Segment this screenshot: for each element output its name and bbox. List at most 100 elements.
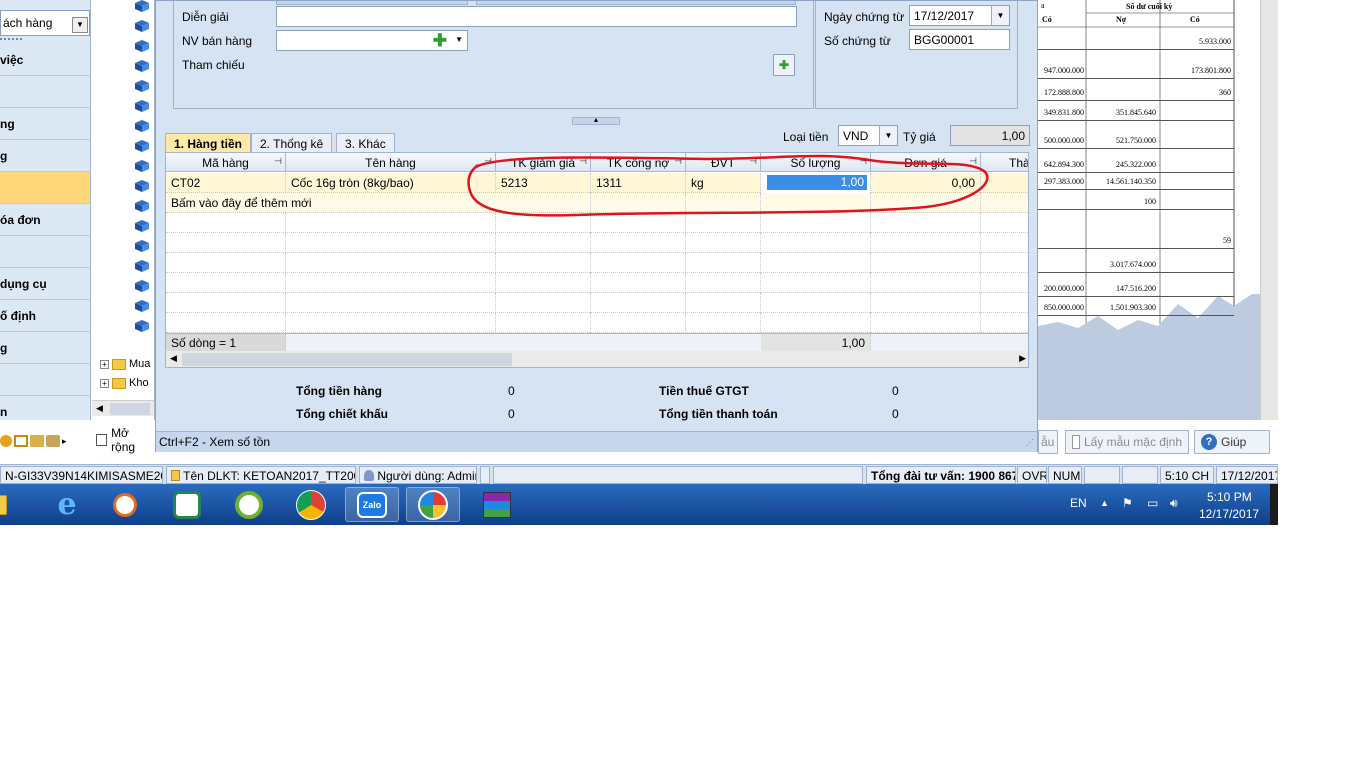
report-row-line [1038, 172, 1234, 173]
more-icon[interactable]: ▸ [62, 436, 67, 447]
report-row-line [1038, 315, 1234, 316]
dien-giai-input[interactable] [276, 6, 797, 27]
nav-item[interactable] [0, 76, 90, 108]
book-icon[interactable] [134, 280, 150, 292]
expand-label: Mở rộng [111, 426, 136, 454]
book-icon[interactable] [134, 140, 150, 152]
clock-time[interactable]: 5:10 PM [1207, 490, 1252, 504]
nav-item[interactable]: n [0, 396, 90, 420]
scroll-thumb[interactable] [182, 353, 512, 366]
media-player-icon[interactable] [98, 487, 152, 522]
clock-date[interactable]: 12/17/2017 [1199, 507, 1259, 521]
chevron-down-icon[interactable]: ▼ [879, 126, 897, 145]
coc-coc-browser-icon[interactable] [222, 487, 276, 522]
help-button[interactable]: ? Giúp [1194, 430, 1270, 454]
form-status-bar: Ctrl+F2 - Xem số tồn ⋰ [156, 431, 1037, 452]
internet-explorer-icon[interactable]: e [40, 487, 94, 522]
report-value-no: 14.561.140.350 [1106, 177, 1156, 186]
expand-icon[interactable]: + [100, 359, 109, 369]
nav-item-active[interactable] [0, 172, 90, 204]
new-row-hint[interactable]: Bấm vào đây để thêm mới [166, 193, 496, 213]
pin-icon[interactable]: ⊣ [274, 156, 282, 167]
tools-icon[interactable] [30, 435, 44, 447]
network-icon[interactable] [14, 435, 28, 447]
report-value-left: 642.894.300 [1044, 160, 1084, 169]
nav-item[interactable]: g [0, 140, 90, 172]
nav-item[interactable]: ng [0, 108, 90, 140]
tab-khac[interactable]: 3. Khác [336, 133, 395, 153]
add-icon[interactable]: ✚ [433, 32, 447, 49]
nav-item[interactable]: dụng cụ [0, 268, 90, 300]
report-vertical-scrollbar[interactable] [1260, 0, 1278, 420]
nav-item[interactable] [0, 364, 90, 396]
nav-item[interactable]: ố định [0, 300, 90, 332]
book-icon[interactable] [134, 20, 150, 32]
tree-folder[interactable]: + Mua [100, 358, 150, 370]
book-icon[interactable] [134, 0, 150, 12]
category-combo[interactable]: ách hàng ▼ [0, 10, 90, 36]
misa-icon[interactable] [406, 487, 460, 522]
grid-horizontal-scrollbar[interactable]: ◀ ▶ [166, 351, 1028, 367]
scroll-left-icon[interactable]: ◀ [96, 403, 103, 414]
scroll-left-icon[interactable]: ◀ [170, 353, 177, 364]
chevron-down-icon[interactable]: ▼ [72, 17, 88, 33]
book-icon[interactable] [134, 40, 150, 52]
book-icon[interactable] [134, 300, 150, 312]
network-icon[interactable]: ▭ [1147, 496, 1158, 510]
ty-gia-input[interactable]: 1,00 [950, 125, 1030, 146]
so-chung-tu-input[interactable]: BGG00001 [909, 29, 1010, 50]
resize-grip-icon[interactable]: ⋰ [1026, 438, 1034, 447]
security-app-icon[interactable] [160, 487, 214, 522]
nav-item[interactable]: óa đơn [0, 204, 90, 236]
ngay-chung-tu-input[interactable]: 17/12/2017 ▼ [909, 5, 1010, 26]
book-icon[interactable] [134, 80, 150, 92]
file-explorer-icon[interactable] [0, 487, 18, 522]
book-icon[interactable] [134, 260, 150, 272]
panel-splitter[interactable]: ▲ [572, 117, 620, 125]
chevron-down-icon[interactable]: ▼ [455, 35, 463, 44]
loai-tien-select[interactable]: VND ▼ [838, 125, 898, 146]
grid-summary-row: Số dòng = 1 1,00 [166, 333, 1028, 352]
book-icon[interactable] [134, 160, 150, 172]
flag-icon[interactable]: ⚑ [1122, 496, 1133, 510]
book-icon[interactable] [134, 220, 150, 232]
tree-folder[interactable]: + Kho [100, 377, 149, 389]
database-name: Tên DLKT: KETOAN2017_TT200 [183, 469, 356, 483]
book-icon[interactable] [134, 120, 150, 132]
default-template-button[interactable]: Lấy mẫu mặc định [1065, 430, 1189, 454]
cell-ma-hang[interactable]: CT02 [166, 173, 286, 193]
nav-item[interactable] [0, 236, 90, 268]
report-template-button[interactable]: ẫu [1038, 430, 1058, 454]
book-icon[interactable] [134, 180, 150, 192]
show-hidden-icons-icon[interactable]: ▲ [1100, 498, 1109, 508]
scroll-thumb[interactable] [110, 403, 150, 415]
nv-ban-hang-input[interactable]: ✚ ▼ [276, 30, 468, 51]
book-icon[interactable] [134, 100, 150, 112]
scroll-right-icon[interactable]: ▶ [1019, 353, 1026, 364]
expand-checkbox[interactable] [96, 434, 108, 446]
chevron-down-icon[interactable]: ▼ [991, 6, 1009, 25]
tab-thong-ke[interactable]: 2. Thống kê [251, 133, 333, 153]
winrar-icon[interactable] [470, 487, 524, 522]
book-icon[interactable] [134, 60, 150, 72]
book-icon[interactable] [134, 200, 150, 212]
book-icon[interactable] [134, 240, 150, 252]
gear-icon[interactable] [0, 435, 12, 447]
expand-option[interactable]: Mở rộng [96, 426, 152, 454]
zalo-icon[interactable]: Zalo [345, 487, 399, 522]
report-value-no: 1.501.903.300 [1110, 303, 1156, 312]
column-header-ma-hang[interactable]: Mã hàng ⊣ [166, 153, 286, 172]
nav-item[interactable]: việc [0, 44, 90, 76]
expand-icon[interactable]: + [100, 378, 109, 388]
nav-item[interactable]: g [0, 332, 90, 364]
volume-icon[interactable]: 🔊︎ [1170, 496, 1178, 511]
tree-horizontal-scrollbar[interactable]: ◀ [92, 400, 154, 416]
show-desktop-button[interactable] [1270, 484, 1278, 525]
book-icon[interactable] [134, 320, 150, 332]
tab-hang-tien[interactable]: 1. Hàng tiền [165, 133, 252, 153]
chat-icon[interactable] [46, 435, 60, 447]
report-value-no: 245.322.000 [1116, 160, 1156, 169]
add-reference-button[interactable]: ✚ [773, 54, 795, 76]
chrome-icon[interactable] [284, 487, 338, 522]
language-indicator[interactable]: EN [1070, 496, 1087, 510]
